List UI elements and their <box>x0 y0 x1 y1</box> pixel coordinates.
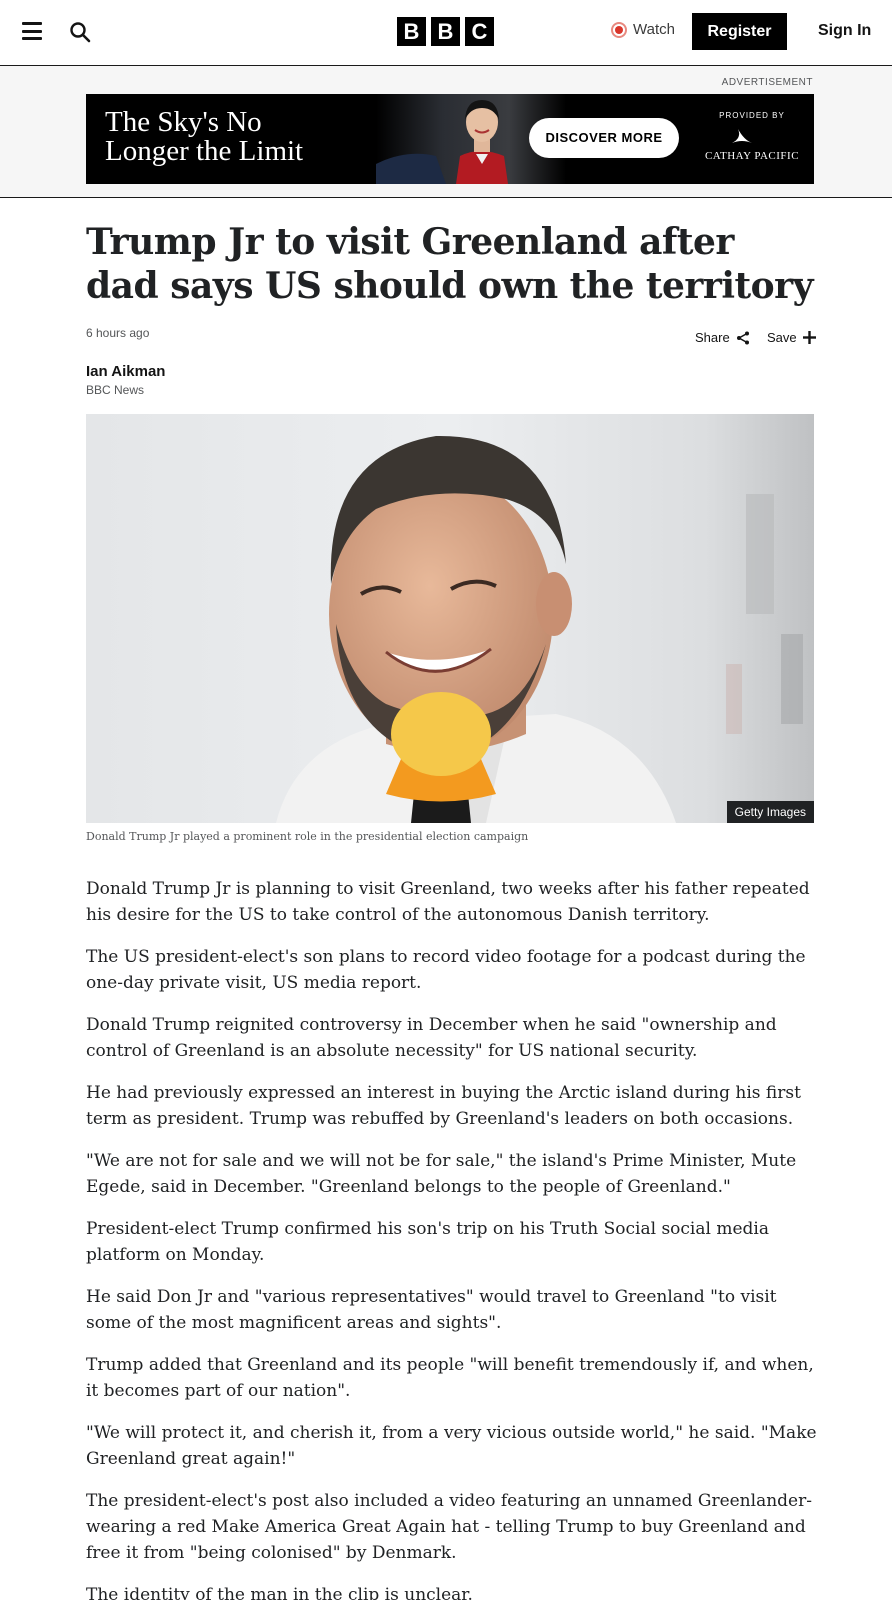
menu-icon[interactable] <box>22 22 42 40</box>
hero-image: Getty Images <box>86 414 814 823</box>
share-button[interactable]: Share <box>695 330 750 345</box>
bbc-logo[interactable]: B B C <box>397 17 494 46</box>
sign-in-link[interactable]: Sign In <box>818 22 871 40</box>
search-icon[interactable] <box>68 20 92 44</box>
article-paragraph: President-elect Trump confirmed his son'… <box>86 1219 769 1265</box>
article-paragraph: The identity of the man in the clip is u… <box>86 1585 473 1600</box>
article-paragraph: He said Don Jr and "various representati… <box>86 1287 777 1333</box>
logo-block: C <box>465 17 494 46</box>
author-organisation: BBC News <box>86 383 145 397</box>
watch-label: Watch <box>633 21 675 38</box>
share-label: Share <box>695 330 730 345</box>
logo-block: B <box>397 17 426 46</box>
article-paragraph: He had previously expressed an interest … <box>86 1083 801 1129</box>
site-header: B B C Watch Register Sign In <box>0 0 892 66</box>
image-credit: Getty Images <box>726 801 814 823</box>
article-paragraph: Trump added that Greenland and its peopl… <box>86 1355 814 1401</box>
author-name[interactable]: Ian Aikman <box>86 363 165 380</box>
image-caption: Donald Trump Jr played a prominent role … <box>86 830 529 843</box>
ad-brand: CATHAY PACIFIC <box>704 150 800 162</box>
plus-icon <box>802 331 816 344</box>
article-timestamp: 6 hours ago <box>86 326 150 340</box>
watch-link[interactable]: Watch <box>611 21 675 38</box>
register-button[interactable]: Register <box>692 13 787 50</box>
logo-block: B <box>431 17 460 46</box>
share-icon <box>736 331 749 344</box>
ad-banner[interactable]: The Sky's No Longer the Limit DISCOVER M… <box>86 94 814 184</box>
discover-more-button[interactable]: DISCOVER MORE <box>529 118 679 158</box>
article-paragraph: The president-elect's post also included… <box>86 1491 812 1563</box>
article-paragraph: "We will protect it, and cherish it, fro… <box>86 1423 817 1469</box>
article-headline: Trump Jr to visit Greenland after dad sa… <box>86 221 814 307</box>
article-paragraph: Donald Trump reignited controversy in De… <box>86 1015 777 1061</box>
article-body: Donald Trump Jr is planning to visit Gre… <box>86 876 818 1600</box>
ad-provided-by: PROVIDED BY <box>719 111 785 120</box>
save-button[interactable]: Save <box>767 330 816 345</box>
article-paragraph: "We are not for sale and we will not be … <box>86 1151 797 1197</box>
save-label: Save <box>767 330 797 345</box>
article-paragraph: Donald Trump Jr is planning to visit Gre… <box>86 879 810 925</box>
ad-headline: The Sky's No Longer the Limit <box>105 106 304 167</box>
cathay-brushwing-icon <box>732 129 752 143</box>
donald-trump-jr-photo <box>86 414 814 823</box>
advertisement-band: ADVERTISEMENT The Sky's No Longer the Li… <box>0 66 892 198</box>
article-paragraph: The US president-elect's son plans to re… <box>86 947 806 993</box>
live-dot-icon <box>611 21 627 38</box>
ad-label: ADVERTISEMENT <box>721 77 813 88</box>
